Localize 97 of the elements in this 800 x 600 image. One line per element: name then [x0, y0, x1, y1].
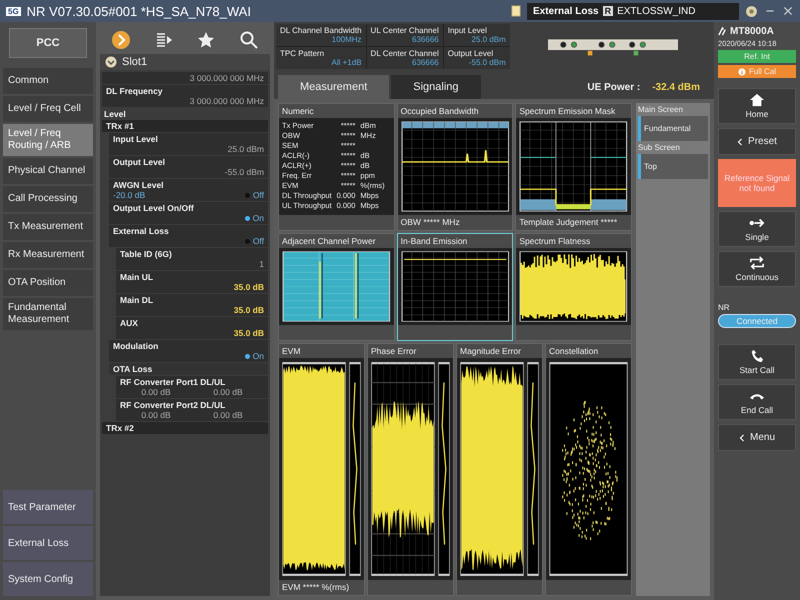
parameter-toggle[interactable]: Output Level On/Off On [109, 202, 268, 224]
menu-button[interactable]: Menu [718, 424, 796, 451]
collapse-icon[interactable] [105, 56, 117, 68]
nav-item[interactable]: External Loss [3, 526, 93, 560]
nav-item[interactable]: Common [3, 68, 93, 94]
chevron-circle-icon[interactable] [111, 30, 132, 50]
parameter-field[interactable]: Table ID (6G) 1 [116, 248, 268, 270]
info-cell: Input Level 25.0 dBm [444, 24, 510, 46]
screen-select-button[interactable]: Top [638, 154, 708, 179]
end-call-button[interactable]: End Call [718, 384, 796, 420]
connection-status: Connected [718, 314, 796, 328]
preset-button[interactable]: Preset [718, 128, 796, 155]
external-loss-indicator: External Loss R EXTLOSSW_IND [527, 2, 739, 20]
star-icon[interactable] [196, 30, 216, 50]
parameter-field[interactable]: RF Converter Port1 DL/UL 0.00 dB 0.00 dB [116, 376, 268, 398]
section-title: Slot1 [122, 56, 148, 68]
parameter-field[interactable]: DL Frequency 3 000.000 000 MHz [102, 85, 268, 107]
panel-title: EVM [279, 344, 364, 358]
parameter-field[interactable]: Output Level -55.0 dBm [109, 156, 268, 178]
measurement-panel[interactable]: Occupied Bandwidth OBW ***** MHz [396, 103, 514, 231]
group-heading: OTA Loss [109, 363, 268, 375]
tab[interactable]: Signaling [391, 75, 481, 99]
screen-select-button[interactable]: Fundamental [638, 116, 708, 141]
info-cell: TPC Pattern All +1dB [276, 47, 366, 69]
panel-title: Phase Error [368, 344, 453, 358]
measurement-panel[interactable]: Constellation [544, 343, 632, 596]
nav-item[interactable]: Fundamental Measurement [3, 298, 93, 330]
measurement-panel[interactable]: Magnitude Error [456, 343, 543, 596]
group-heading: Level [103, 108, 127, 120]
nav-item[interactable]: Test Parameter [3, 490, 93, 524]
measurement-panel[interactable]: Phase Error [367, 343, 454, 596]
parameter-field[interactable]: Main UL 35.0 dB [116, 271, 268, 293]
home-button[interactable]: Home [718, 88, 796, 124]
nav-item[interactable]: System Config [3, 562, 93, 596]
nav-item[interactable]: Physical Channel [3, 158, 93, 184]
measurement-panel[interactable]: Spectrum Flatness [515, 233, 632, 341]
panel-title: Numeric [279, 104, 394, 118]
search-icon[interactable] [238, 30, 259, 50]
info-cell: DL Channel Bandwidth 100MHz [276, 24, 366, 46]
panel-result: EVM ***** %(rms) [279, 580, 364, 595]
panel-title: Spectrum Emission Mask [516, 104, 631, 118]
home-icon [748, 93, 766, 107]
continuous-button[interactable]: Continuous [718, 251, 796, 287]
parameter-value: 3 000.000 000 MHz [190, 73, 264, 83]
info-icon [738, 68, 746, 76]
arrow-right-icon [748, 216, 766, 230]
parameter-field[interactable]: Main DL 35.0 dB [116, 294, 268, 316]
status-label: NR [718, 303, 731, 312]
panel-title: Constellation [546, 344, 631, 358]
parameter-field[interactable]: Input Level 25.0 dBm [109, 133, 268, 155]
start-call-button[interactable]: Start Call [718, 344, 796, 380]
panel-title: Occupied Bandwidth [398, 104, 512, 118]
ue-power-label: UE Power : [587, 82, 640, 93]
parameter-field[interactable]: RF Converter Port2 DL/UL 0.00 dB 0.00 dB [116, 399, 268, 421]
logo-icon [718, 27, 727, 36]
single-button[interactable]: Single [718, 211, 796, 247]
info-cell: DL Center Channel 636666 [366, 47, 443, 69]
model-name: MT8000A [730, 26, 774, 37]
panel-result: Template Judgement ***** [516, 215, 631, 230]
measurement-panel[interactable]: Adjacent Channel Power [278, 233, 395, 341]
chevron-left-icon [738, 432, 745, 442]
group-heading: TRx #2 [102, 422, 268, 434]
nav-item[interactable]: Level / Freq Routing / ARB [3, 124, 93, 156]
window-title: NR V07.30.05#001 *HS_SA_N78_WAI [26, 4, 251, 18]
panel-title: Adjacent Channel Power [279, 234, 394, 248]
panel-title: Magnitude Error [457, 344, 542, 358]
status-badge: Ref. Int [718, 50, 796, 63]
measurement-panel[interactable]: EVM EVM ***** %(rms) [278, 343, 365, 596]
measurement-panel[interactable]: In-Band Emission [396, 233, 514, 341]
close-icon[interactable] [782, 5, 794, 17]
status-badge: Full Cal [718, 65, 796, 78]
panel-title: In-Band Emission [398, 234, 512, 248]
nav-item[interactable]: Call Processing [3, 186, 93, 212]
tab[interactable]: Measurement [278, 75, 390, 99]
pcc-button[interactable]: PCC [9, 28, 87, 58]
info-cell: Output Level -55.0 dBm [444, 47, 510, 69]
screen-label: Main Screen [638, 105, 684, 114]
group-heading: TRx #1 [102, 120, 268, 132]
settings-icon[interactable] [745, 4, 758, 18]
screen-label: Sub Screen [638, 143, 681, 152]
panel-title: Spectrum Flatness [516, 234, 631, 248]
parameter-toggle[interactable]: External Loss Off [109, 225, 268, 247]
nav-item[interactable]: OTA Position [3, 270, 93, 296]
panel-result: OBW ***** MHz [398, 215, 512, 230]
nav-item[interactable]: Tx Measurement [3, 214, 93, 240]
parameter-toggle[interactable]: AWGN Level -20.0 dB Off [109, 179, 268, 201]
ue-power-value: -32.4 dBm [652, 82, 700, 93]
repeat-icon [748, 256, 766, 270]
app-badge: 5G [6, 6, 21, 16]
nav-item[interactable]: Rx Measurement [3, 242, 93, 268]
chevron-left-icon [737, 136, 744, 146]
info-cell: UL Center Channel 636666 [366, 24, 443, 46]
parameter-field[interactable]: AUX 35.0 dB [116, 317, 268, 339]
document-icon [511, 4, 521, 18]
nav-item[interactable]: Level / Freq Cell [3, 96, 93, 122]
measurement-panel[interactable]: Spectrum Emission Mask Template Judgement ***** [515, 103, 632, 231]
parameter-toggle[interactable]: Modulation On [109, 340, 268, 362]
